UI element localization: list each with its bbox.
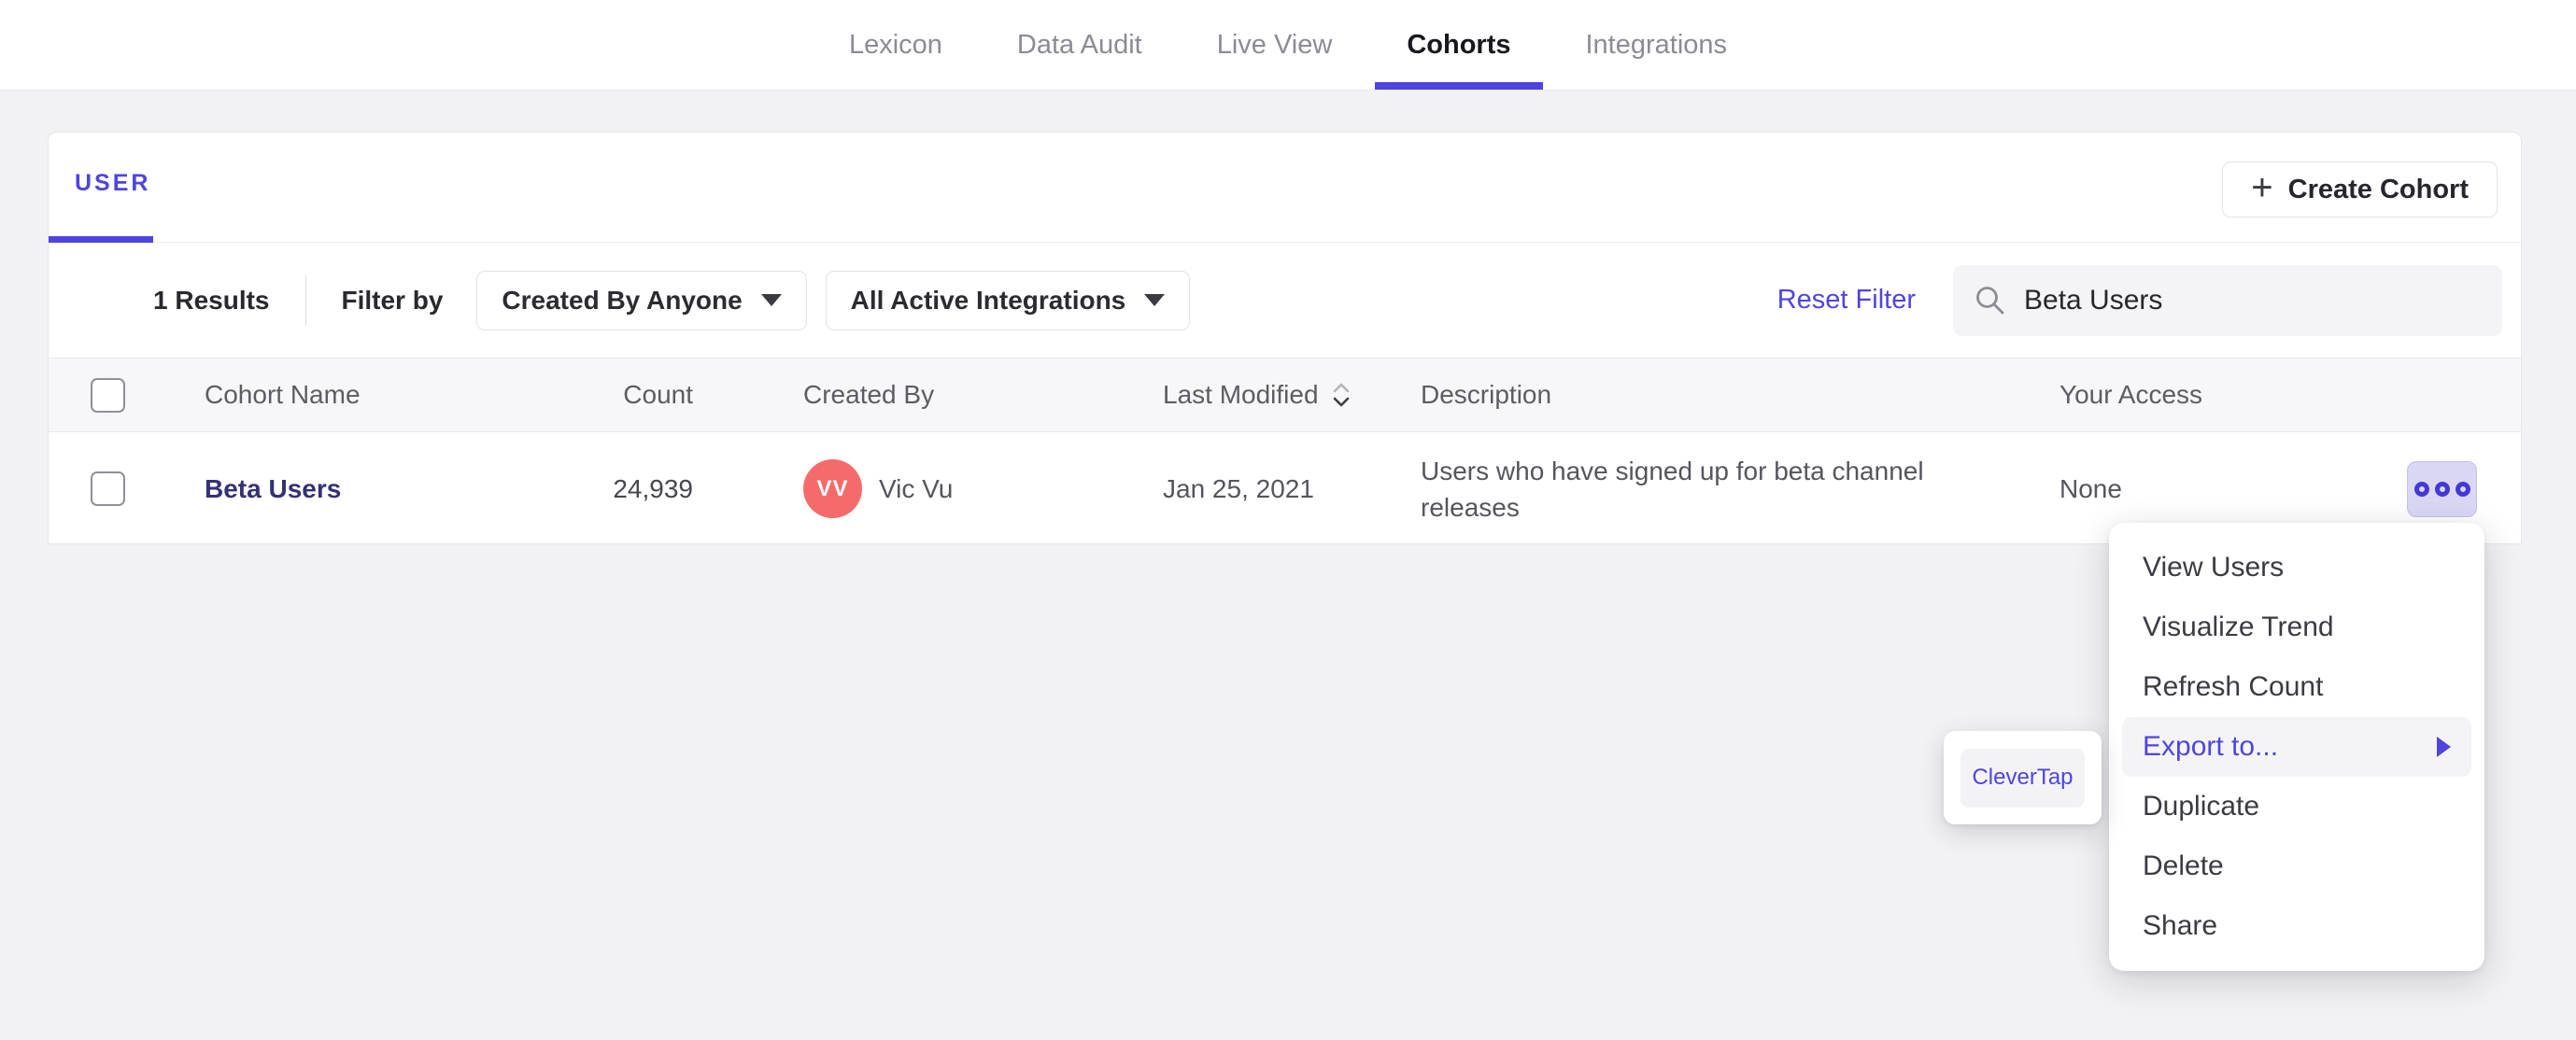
integrations-dropdown[interactable]: All Active Integrations bbox=[825, 270, 1191, 330]
tab-user[interactable]: USER bbox=[75, 170, 150, 197]
filter-toolbar: 1 Results Filter by Created By Anyone Al… bbox=[49, 243, 2521, 358]
nav-tab-label: Live View bbox=[1216, 29, 1333, 60]
filter-by-label: Filter by bbox=[341, 285, 444, 315]
plus-icon: + bbox=[2251, 167, 2273, 208]
menu-item-visualize-trend[interactable]: Visualize Trend bbox=[2109, 597, 2484, 657]
results-count: 1 Results bbox=[153, 285, 270, 315]
header-your-access: Your Access bbox=[2059, 380, 2203, 409]
more-options-icon bbox=[2455, 481, 2470, 497]
toolbar-divider bbox=[304, 274, 306, 326]
row-created-by: VV Vic Vu bbox=[693, 459, 1085, 518]
header-last-modified: Last Modified bbox=[1085, 380, 1412, 410]
search-input[interactable] bbox=[2024, 284, 2482, 316]
cohorts-panel: USER + Create Cohort 1 Results Filter by… bbox=[48, 132, 2522, 544]
avatar: VV bbox=[803, 459, 862, 518]
more-options-icon bbox=[2413, 481, 2429, 497]
header-count: Count bbox=[623, 380, 693, 409]
creator-name: Vic Vu bbox=[879, 473, 954, 503]
row-count: 24,939 bbox=[613, 473, 693, 503]
active-tab-underline bbox=[1375, 82, 1543, 90]
header-last-modified-label: Last Modified bbox=[1163, 380, 1319, 409]
menu-item-share[interactable]: Share bbox=[2109, 896, 2484, 956]
export-to-label: Export to... bbox=[2143, 731, 2279, 762]
cohort-type-tabbar: USER + Create Cohort bbox=[49, 133, 2521, 243]
search-box bbox=[1953, 264, 2502, 336]
nav-tab-data-audit[interactable]: Data Audit bbox=[985, 0, 1174, 90]
nav-tab-cohorts[interactable]: Cohorts bbox=[1375, 0, 1543, 90]
row-context-menu: View Users Visualize Trend Refresh Count… bbox=[2109, 523, 2484, 971]
search-icon bbox=[1976, 286, 2004, 314]
nav-tab-label: Lexicon bbox=[848, 29, 942, 60]
submenu-arrow-icon bbox=[2437, 737, 2451, 757]
nav-tab-label: Integrations bbox=[1585, 29, 1728, 60]
nav-tab-live-view[interactable]: Live View bbox=[1185, 0, 1365, 90]
row-last-modified: Jan 25, 2021 bbox=[1163, 473, 1314, 503]
row-name-cell: Beta Users bbox=[161, 474, 572, 504]
menu-item-view-users[interactable]: View Users bbox=[2109, 538, 2484, 597]
row-checkbox[interactable] bbox=[91, 471, 125, 506]
chevron-down-icon bbox=[760, 294, 782, 306]
create-cohort-label: Create Cohort bbox=[2287, 174, 2469, 204]
select-all-checkbox[interactable] bbox=[91, 377, 125, 413]
header-cohort-name: Cohort Name bbox=[205, 380, 361, 409]
table-header: Cohort Name Count Created By Last Modifi… bbox=[49, 358, 2521, 432]
row-actions-button[interactable] bbox=[2407, 460, 2477, 517]
header-checkbox-cell bbox=[49, 377, 161, 413]
toolbar-left: 1 Results Filter by Created By Anyone Al… bbox=[153, 270, 1209, 330]
toolbar-right: Reset Filter bbox=[1777, 264, 2502, 336]
nav-tab-label: Cohorts bbox=[1407, 29, 1511, 60]
created-by-dropdown[interactable]: Created By Anyone bbox=[476, 270, 807, 330]
menu-item-delete[interactable]: Delete bbox=[2109, 836, 2484, 896]
cohorts-page: Lexicon Data Audit Live View Cohorts Int… bbox=[0, 0, 2576, 1040]
chevron-down-icon bbox=[1144, 294, 1166, 306]
row-checkbox-cell bbox=[49, 471, 161, 506]
header-created-by: Created By bbox=[803, 380, 935, 409]
reset-filter-link[interactable]: Reset Filter bbox=[1777, 285, 1916, 316]
header-description: Description bbox=[1421, 380, 1552, 409]
row-description: Users who have signed up for beta channe… bbox=[1412, 453, 2057, 526]
top-navigation: Lexicon Data Audit Live View Cohorts Int… bbox=[0, 0, 2576, 91]
menu-item-refresh-count[interactable]: Refresh Count bbox=[2109, 657, 2484, 717]
export-submenu: CleverTap bbox=[1944, 731, 2102, 824]
nav-tab-lexicon[interactable]: Lexicon bbox=[817, 0, 974, 90]
menu-item-duplicate[interactable]: Duplicate bbox=[2109, 777, 2484, 836]
access-value: None bbox=[2059, 473, 2122, 503]
cohort-name-link[interactable]: Beta Users bbox=[205, 474, 341, 503]
sort-icon[interactable] bbox=[1330, 380, 1352, 410]
row-access-cell: None bbox=[2057, 460, 2521, 517]
tab-user-underline bbox=[49, 236, 153, 243]
more-options-icon bbox=[2434, 481, 2450, 497]
submenu-item-clevertap[interactable]: CleverTap bbox=[1960, 748, 2085, 808]
nav-tab-integrations[interactable]: Integrations bbox=[1554, 0, 1760, 90]
created-by-dropdown-value: Created By Anyone bbox=[502, 285, 743, 315]
integrations-dropdown-value: All Active Integrations bbox=[850, 285, 1126, 315]
menu-item-export-to[interactable]: Export to... bbox=[2122, 717, 2471, 777]
description-text: Users who have signed up for beta channe… bbox=[1421, 456, 1924, 522]
nav-tab-label: Data Audit bbox=[1016, 29, 1142, 60]
create-cohort-button[interactable]: + Create Cohort bbox=[2222, 162, 2498, 218]
